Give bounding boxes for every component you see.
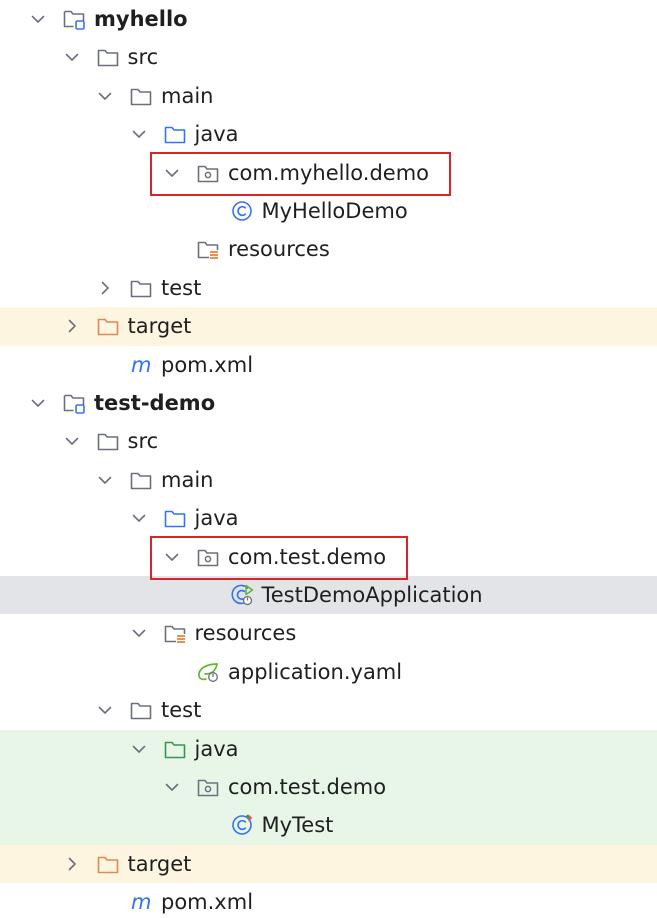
chevron-down-icon[interactable] [164, 165, 180, 181]
folder-icon [96, 46, 120, 68]
tree-node-label: MyHelloDemo [261, 199, 408, 223]
tree-row-src[interactable]: src [0, 422, 657, 460]
spring-boot-class-icon [230, 584, 254, 606]
tree-node-label: test [161, 698, 202, 723]
chevron-right-icon[interactable] [64, 856, 80, 872]
tree-node-label: test-demo [94, 391, 216, 415]
chevron-down-icon[interactable] [30, 395, 46, 411]
folder-icon [129, 85, 153, 107]
tree-node-label: main [161, 83, 214, 108]
chevron-down-icon[interactable] [97, 702, 113, 718]
tree-node-label: resources [228, 237, 330, 262]
chevron-down-icon[interactable] [131, 741, 147, 757]
tree-row-com-myhello-demo[interactable]: com.myhello.demo [0, 154, 657, 192]
module-icon [62, 8, 86, 30]
tree-row-mytest[interactable]: MyTest [0, 806, 657, 845]
class-icon [230, 200, 254, 222]
tree-row-test-demo[interactable]: test-demo [0, 384, 657, 422]
chevron-right-icon[interactable] [97, 280, 113, 296]
chevron-down-icon[interactable] [97, 472, 113, 488]
tree-node-label: resources [194, 621, 297, 646]
folder-icon [129, 277, 153, 299]
spring-config-icon [196, 661, 220, 683]
tree-node-label: com.myhello.demo [228, 160, 430, 185]
tree-node-label: MyTest [261, 813, 334, 838]
tree-node-label: pom.xml [161, 890, 254, 915]
tree-row-target[interactable]: target [0, 844, 657, 884]
maven-icon: m [129, 353, 153, 377]
tree-row-testdemoapplication[interactable]: TestDemoApplication [0, 576, 657, 615]
chevron-down-icon[interactable] [64, 433, 80, 449]
source-folder-icon [163, 507, 187, 529]
excluded-folder-icon [96, 853, 120, 875]
tree-node-label: myhello [94, 7, 188, 31]
folder-icon [129, 469, 153, 491]
chevron-down-icon[interactable] [97, 88, 113, 104]
tree-node-label: target [127, 314, 192, 339]
tree-row-myhello[interactable]: myhello [0, 0, 657, 38]
tree-row-test[interactable]: test [0, 269, 657, 307]
tree-row-main[interactable]: main [0, 77, 657, 115]
project-tree[interactable]: myhello src main java com.myhello.demo MyHell… [0, 0, 657, 918]
tree-row-test[interactable]: test [0, 691, 657, 729]
tree-row-pom-xml[interactable]: m pom.xml [0, 883, 657, 918]
test-class-icon [230, 814, 254, 836]
svg-text:m: m [131, 891, 151, 913]
tree-row-com-test-demo[interactable]: com.test.demo [0, 538, 657, 576]
tree-row-java[interactable]: java [0, 729, 657, 768]
chevron-down-icon[interactable] [64, 49, 80, 65]
module-icon [62, 392, 86, 414]
maven-icon: m [129, 890, 153, 914]
package-icon [196, 776, 220, 798]
resources-folder-icon [163, 622, 187, 644]
tree-node-label: pom.xml [161, 352, 254, 377]
tree-row-pom-xml[interactable]: m pom.xml [0, 346, 657, 384]
resources-folder-icon [196, 238, 220, 260]
test-source-folder-icon [163, 738, 187, 760]
tree-node-label: java [194, 122, 239, 147]
tree-node-label: java [194, 736, 239, 761]
tree-node-label: java [194, 506, 239, 531]
svg-text:m: m [131, 354, 151, 376]
chevron-right-icon[interactable] [64, 318, 80, 334]
tree-row-java[interactable]: java [0, 499, 657, 537]
tree-node-label: com.test.demo [228, 544, 387, 569]
source-folder-icon [163, 123, 187, 145]
tree-node-label: application.yaml [228, 659, 403, 684]
chevron-down-icon[interactable] [131, 625, 147, 641]
tree-row-java[interactable]: java [0, 115, 657, 153]
chevron-down-icon[interactable] [131, 510, 147, 526]
tree-row-myhellodemo[interactable]: MyHelloDemo [0, 192, 657, 230]
package-icon [196, 162, 220, 184]
tree-node-label: main [161, 467, 214, 492]
tree-node-label: com.test.demo [228, 775, 387, 799]
tree-node-label: target [127, 851, 192, 876]
chevron-down-icon[interactable] [164, 779, 180, 795]
excluded-folder-icon [96, 315, 120, 337]
chevron-down-icon[interactable] [131, 126, 147, 142]
tree-row-application-yaml[interactable]: application.yaml [0, 653, 657, 691]
tree-node-label: src [127, 45, 159, 70]
tree-row-main[interactable]: main [0, 461, 657, 499]
chevron-down-icon[interactable] [30, 11, 46, 27]
chevron-down-icon[interactable] [164, 549, 180, 565]
tree-row-com-test-demo[interactable]: com.test.demo [0, 768, 657, 807]
package-icon [196, 546, 220, 568]
tree-node-label: TestDemoApplication [261, 583, 483, 607]
tree-node-label: test [161, 275, 202, 300]
tree-row-resources[interactable]: resources [0, 614, 657, 652]
tree-row-resources[interactable]: resources [0, 230, 657, 268]
tree-row-src[interactable]: src [0, 38, 657, 76]
folder-icon [96, 430, 120, 452]
tree-node-label: src [127, 429, 159, 454]
folder-icon [129, 699, 153, 721]
tree-row-target[interactable]: target [0, 307, 657, 346]
